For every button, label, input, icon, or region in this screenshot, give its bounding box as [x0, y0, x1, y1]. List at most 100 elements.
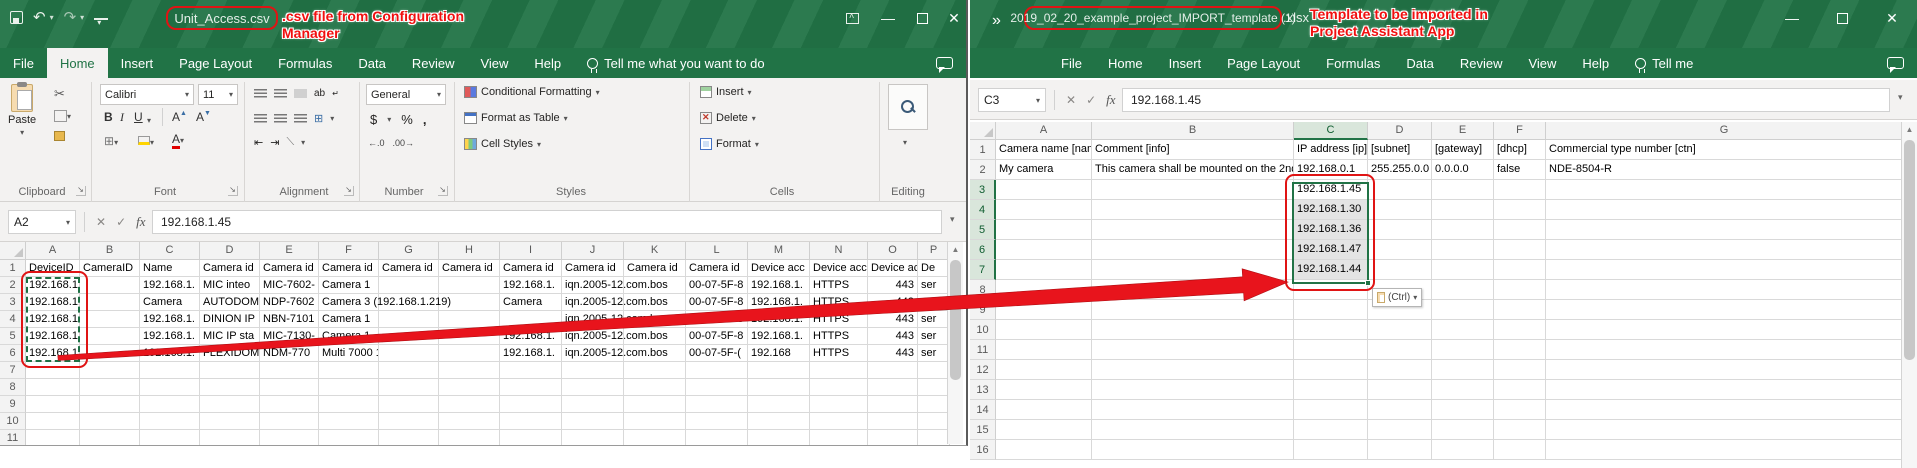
cut-button[interactable]: ✂	[54, 86, 65, 102]
minimize-icon[interactable]: —	[872, 4, 904, 32]
cell-C5[interactable]: 192.168.1.	[140, 328, 200, 345]
comments-icon[interactable]	[923, 48, 966, 78]
fill-handle[interactable]	[1365, 280, 1371, 286]
row-number-10[interactable]: 10	[0, 413, 26, 430]
column-header-E[interactable]: E	[1432, 122, 1494, 140]
cell-C11[interactable]	[140, 430, 200, 446]
cell-A1[interactable]: Camera name [name]	[996, 140, 1092, 160]
cell-G1[interactable]: Camera id	[379, 260, 439, 277]
cell-K9[interactable]	[624, 396, 686, 413]
paste-button[interactable]: Paste ▾	[8, 84, 36, 137]
cell-C1[interactable]: Name	[140, 260, 200, 277]
tab-file[interactable]: File	[0, 48, 47, 78]
cell-C7[interactable]: 192.168.1.44	[1294, 260, 1368, 280]
select-all-corner[interactable]	[970, 122, 996, 140]
cell-A8[interactable]	[996, 280, 1092, 300]
number-format-buttons[interactable]: $▾ % ,	[370, 112, 426, 127]
cell-C13[interactable]	[1294, 380, 1368, 400]
cell-B7[interactable]	[1092, 260, 1294, 280]
font-name-select[interactable]: Calibri▾	[100, 84, 194, 105]
column-header-L[interactable]: L	[686, 242, 748, 260]
cell-M9[interactable]	[748, 396, 810, 413]
cell-I7[interactable]	[500, 362, 562, 379]
column-header-K[interactable]: K	[624, 242, 686, 260]
cell-I8[interactable]	[500, 379, 562, 396]
cell-C16[interactable]	[1294, 440, 1368, 460]
cell-B15[interactable]	[1092, 420, 1294, 440]
left-name-box[interactable]: A2▾	[8, 210, 76, 234]
cell-B2[interactable]	[80, 277, 140, 294]
column-header-O[interactable]: O	[868, 242, 918, 260]
minimize-icon[interactable]: —	[1776, 4, 1808, 32]
cell-O3[interactable]: 443	[868, 294, 918, 311]
cell-A3[interactable]	[996, 180, 1092, 200]
cell-C11[interactable]	[1294, 340, 1368, 360]
cell-L5[interactable]: 00-07-5F-8	[686, 328, 748, 345]
tab-data[interactable]: Data	[345, 48, 398, 78]
customize-qat-icon[interactable]	[94, 10, 108, 20]
cell-P9[interactable]	[918, 396, 950, 413]
cell-L9[interactable]	[686, 396, 748, 413]
format-cells-button[interactable]: Format▾	[700, 138, 759, 150]
cell-D7[interactable]	[200, 362, 260, 379]
cell-L8[interactable]	[686, 379, 748, 396]
cell-G6[interactable]	[379, 345, 439, 362]
cell-F10[interactable]	[319, 413, 379, 430]
cell-C2[interactable]: 192.168.0.1	[1294, 160, 1368, 180]
cell-D4[interactable]	[1368, 200, 1432, 220]
cell-A3[interactable]: 192.168.1.30	[26, 294, 80, 311]
cell-L3[interactable]: 00-07-5F-8	[686, 294, 748, 311]
cell-G3[interactable]	[1546, 180, 1903, 200]
font-color-button[interactable]: A▾	[172, 132, 184, 149]
row-number-7[interactable]: 7	[0, 362, 26, 379]
cell-E10[interactable]	[260, 413, 319, 430]
cell-E11[interactable]	[260, 430, 319, 446]
cell-L1[interactable]: Camera id	[686, 260, 748, 277]
cell-G14[interactable]	[1546, 400, 1903, 420]
cell-K7[interactable]	[624, 362, 686, 379]
cell-B8[interactable]	[80, 379, 140, 396]
cell-F11[interactable]	[319, 430, 379, 446]
font-dialog-launcher-icon[interactable]: ↘	[228, 186, 238, 196]
cell-M7[interactable]	[748, 362, 810, 379]
cell-A8[interactable]	[26, 379, 80, 396]
maximize-icon[interactable]	[906, 4, 938, 32]
cell-H9[interactable]	[439, 396, 500, 413]
cell-E16[interactable]	[1432, 440, 1494, 460]
row-number-15[interactable]: 15	[970, 420, 996, 440]
cell-C9[interactable]	[140, 396, 200, 413]
cell-O6[interactable]: 443	[868, 345, 918, 362]
scroll-up-icon[interactable]: ▲	[948, 242, 963, 258]
column-header-G[interactable]: G	[1546, 122, 1903, 140]
cell-G10[interactable]	[379, 413, 439, 430]
cell-D3[interactable]	[1368, 180, 1432, 200]
cell-F7[interactable]	[1494, 260, 1546, 280]
cell-F8[interactable]	[1494, 280, 1546, 300]
cell-K11[interactable]	[624, 430, 686, 446]
cell-A7[interactable]	[996, 260, 1092, 280]
cell-C15[interactable]	[1294, 420, 1368, 440]
cell-A2[interactable]: My camera	[996, 160, 1092, 180]
cell-E5[interactable]: MIC-7130-	[260, 328, 319, 345]
cell-B2[interactable]: This camera shall be mounted on the 2nd …	[1092, 160, 1294, 180]
save-icon[interactable]	[10, 11, 23, 24]
column-header-N[interactable]: N	[810, 242, 868, 260]
cell-O2[interactable]: 443	[868, 277, 918, 294]
cell-N10[interactable]	[810, 413, 868, 430]
cell-K1[interactable]: Camera id	[624, 260, 686, 277]
row-number-5[interactable]: 5	[0, 328, 26, 345]
cell-L10[interactable]	[686, 413, 748, 430]
cell-B3[interactable]	[1092, 180, 1294, 200]
insert-function-icon[interactable]: fx	[1106, 92, 1115, 108]
cell-A14[interactable]	[996, 400, 1092, 420]
cell-styles-button[interactable]: Cell Styles▾	[464, 138, 541, 150]
italic-button[interactable]: I	[120, 110, 124, 125]
cell-B11[interactable]	[1092, 340, 1294, 360]
right-name-box[interactable]: C3▾	[978, 88, 1046, 112]
cell-E3[interactable]	[1432, 180, 1494, 200]
cell-P7[interactable]	[918, 362, 950, 379]
cell-P10[interactable]	[918, 413, 950, 430]
tab-formulas[interactable]: Formulas	[1313, 48, 1393, 78]
row-number-9[interactable]: 9	[0, 396, 26, 413]
cell-E3[interactable]: NDP-7602	[260, 294, 319, 311]
